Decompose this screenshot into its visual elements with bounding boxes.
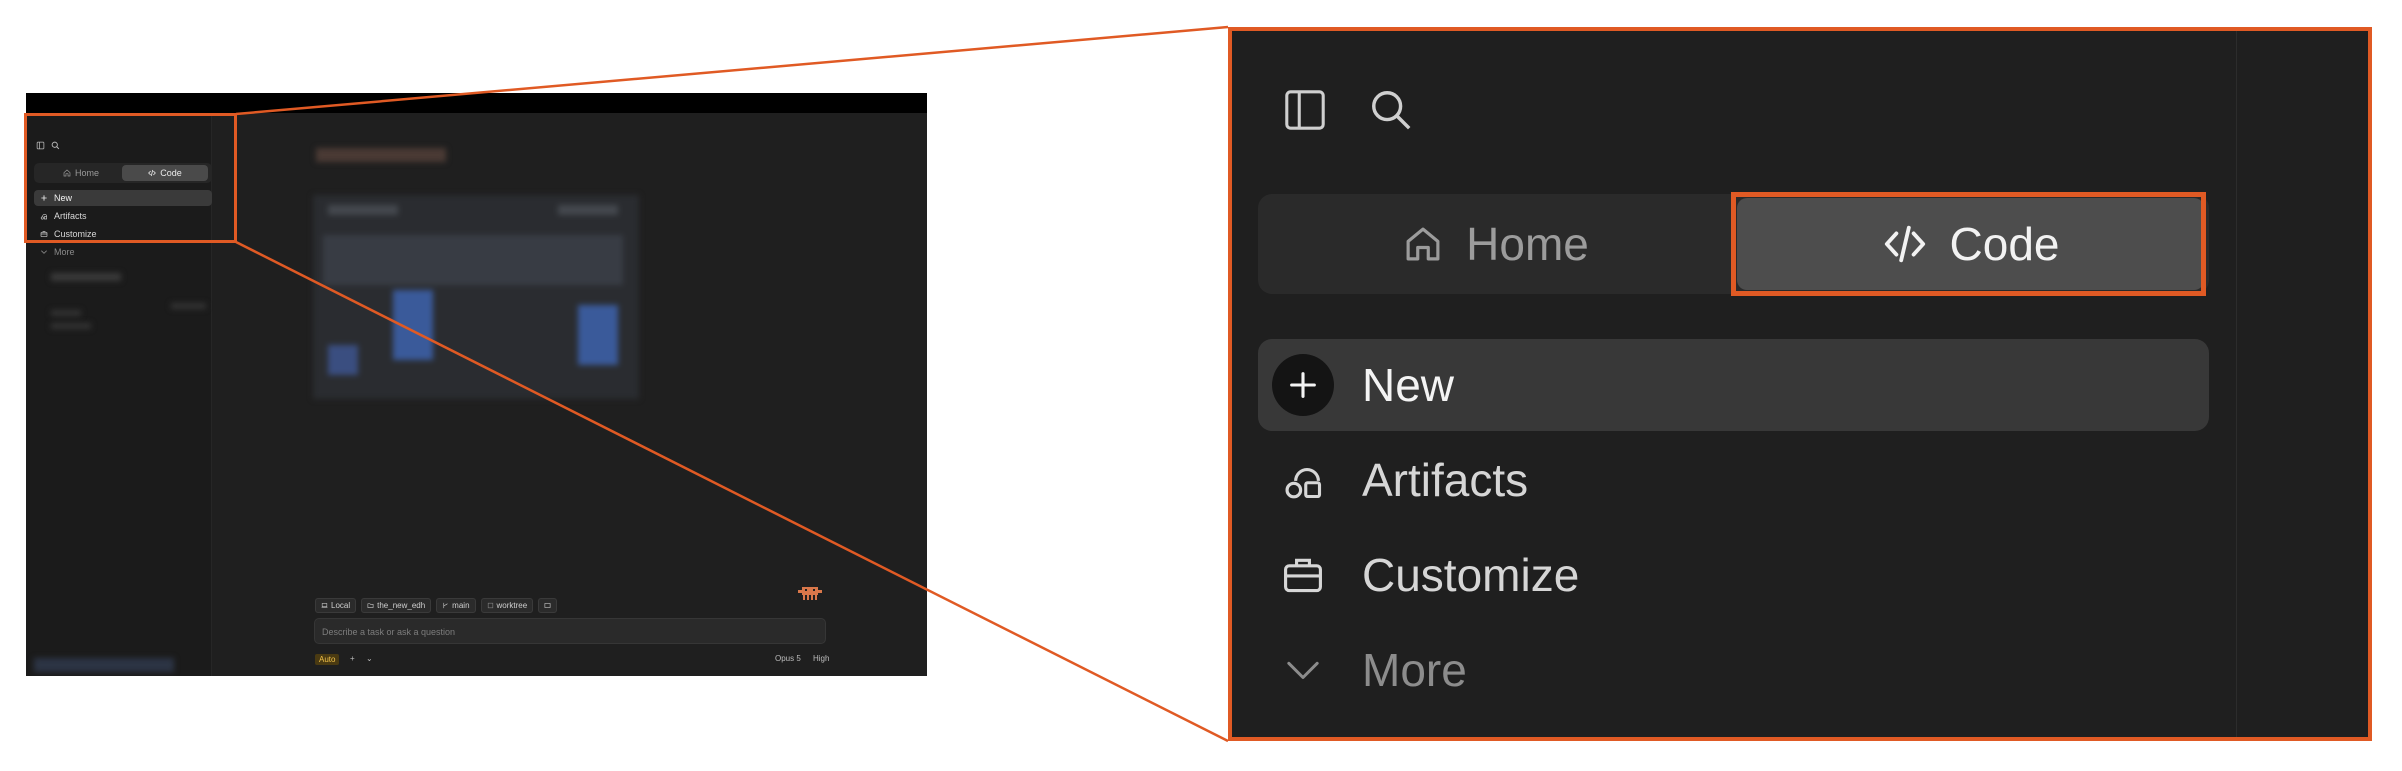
chip-environment[interactable]: Local (315, 598, 357, 613)
chevron-down-icon (40, 248, 48, 256)
sidebar-item-label: Customize (1362, 549, 1580, 601)
chevron-down-icon (1272, 639, 1334, 701)
folder-icon (367, 602, 374, 609)
main-panel-edge (2236, 31, 2368, 737)
sidebar-item-label: New (1362, 359, 1455, 411)
chip-label: the_new_edh (377, 601, 426, 610)
mode-badge[interactable]: Auto (315, 654, 340, 665)
sidebar-item-more[interactable]: More (1258, 624, 2209, 716)
chip-label: main (452, 601, 470, 610)
model-selector[interactable]: Opus 5 (775, 654, 801, 663)
sidebar-item-more[interactable]: More (34, 244, 212, 260)
branch-icon (442, 602, 449, 609)
blurred-heading (316, 148, 446, 162)
mascot-icon (798, 585, 822, 601)
tab-home-label: Home (1466, 218, 1589, 270)
blurred-preview-image (313, 195, 639, 399)
chip-label: Local (331, 601, 351, 610)
tab-code-label: Code (1949, 218, 2060, 270)
code-icon (1882, 221, 1928, 267)
effort-selector[interactable]: High (813, 654, 829, 663)
composer-context-chips: Local the_new_edh main worktree (315, 598, 558, 613)
chip-worktree[interactable]: worktree (480, 598, 534, 613)
composer-box (314, 618, 826, 645)
blurred-list-item (171, 303, 206, 309)
add-icon[interactable]: + (350, 654, 355, 663)
sidebar-item-new[interactable]: New (1258, 339, 2209, 431)
chip-branch[interactable]: main (436, 598, 476, 613)
chip-folder[interactable]: the_new_edh (361, 598, 432, 613)
title-bar (26, 93, 927, 113)
sidebar-item-artifacts[interactable]: Artifacts (1258, 434, 2209, 526)
briefcase-icon (1272, 544, 1334, 606)
blurred-account-row (34, 658, 174, 672)
sidebar-toolbar-zoomed (1282, 87, 1414, 133)
search-icon[interactable] (1368, 87, 1414, 133)
blurred-list-item (51, 310, 81, 316)
chip-label: worktree (496, 601, 528, 610)
home-icon (1402, 223, 1444, 265)
worktree-icon (487, 602, 494, 609)
sidebar-toggle-icon[interactable] (1282, 87, 1328, 133)
task-input[interactable] (315, 619, 804, 645)
zoomed-sidebar-view: Home Code New Artifacts Customize More (1228, 27, 2372, 741)
blurred-list-item (51, 323, 91, 329)
artifacts-icon (1272, 449, 1334, 511)
blurred-section-title (51, 273, 121, 281)
folder-plus-icon (544, 602, 551, 609)
tab-home[interactable]: Home (1262, 198, 1729, 290)
lightbulb-icon[interactable]: ⌄ (366, 654, 373, 663)
sidebar-item-customize[interactable]: Customize (1258, 529, 2209, 621)
sidebar-item-label: More (54, 247, 75, 257)
tab-code[interactable]: Code (1737, 198, 2204, 290)
plus-icon (1272, 354, 1334, 416)
add-context-button[interactable] (538, 598, 558, 613)
laptop-icon (321, 602, 328, 609)
mode-tabs-zoomed: Home Code (1258, 194, 2209, 294)
highlight-box (24, 113, 237, 243)
composer-footer: Auto + ⌄ Opus 5 High (314, 653, 829, 667)
sidebar-item-label: Artifacts (1362, 454, 1529, 506)
sidebar-item-label: More (1362, 644, 1467, 696)
